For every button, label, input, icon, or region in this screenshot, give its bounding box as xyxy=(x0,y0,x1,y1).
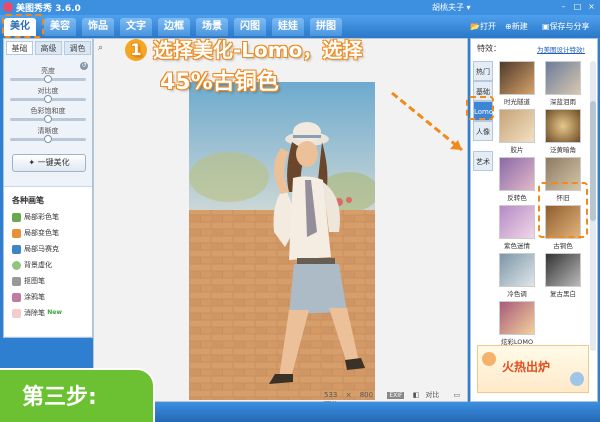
instruction-line-1: 1 选择美化-Lomo，选择 xyxy=(125,34,362,63)
annotation-arrows xyxy=(391,91,463,152)
step-number: 1 xyxy=(125,39,147,61)
instruction-line-2: 45%古铜色 xyxy=(160,70,279,95)
